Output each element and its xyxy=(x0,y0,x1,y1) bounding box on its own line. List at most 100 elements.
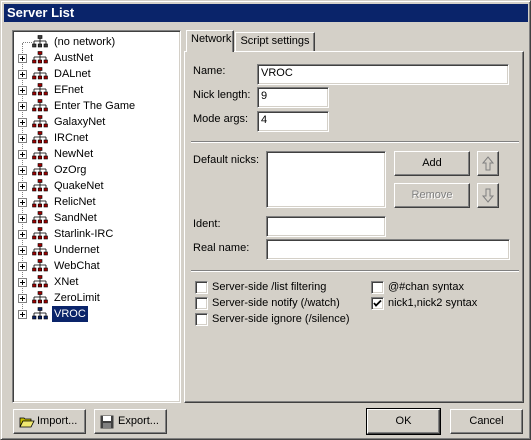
checkbox-box[interactable] xyxy=(371,297,384,310)
tab-script-settings-label: Script settings xyxy=(240,35,310,47)
arrow-down-icon xyxy=(481,188,495,203)
expand-toggle[interactable] xyxy=(18,166,27,175)
tree-item[interactable]: Enter The Game xyxy=(13,98,178,114)
import-label: Import... xyxy=(37,415,78,427)
tree-item[interactable]: Starlink-IRC xyxy=(13,226,178,242)
tab-script-settings[interactable]: Script settings xyxy=(235,32,315,52)
checkbox-box[interactable] xyxy=(195,281,208,294)
expand-toggle[interactable] xyxy=(18,246,27,255)
checkbox-box[interactable] xyxy=(195,313,208,326)
network-tab-panel: Name: VROC Nick length: 9 Mode args: 4 D… xyxy=(184,51,524,403)
tree-item-label: AustNet xyxy=(54,52,94,64)
tree-item[interactable]: DALnet xyxy=(13,66,178,82)
network-icon xyxy=(32,83,48,96)
network-icon xyxy=(32,147,48,160)
tree-item-label: GalaxyNet xyxy=(54,116,106,128)
option-checkbox[interactable]: nick1,nick2 syntax xyxy=(371,297,531,311)
tree-item-label: IRCnet xyxy=(54,132,89,144)
tree-item[interactable]: EFnet xyxy=(13,82,178,98)
tree-item-label: Undernet xyxy=(54,244,100,256)
add-button[interactable]: Add xyxy=(394,151,470,176)
nick-length-field[interactable]: 9 xyxy=(257,87,329,108)
option-checkbox[interactable]: Server-side notify (/watch) xyxy=(195,297,355,311)
tree-item-label: VROC xyxy=(51,305,89,323)
mode-args-label: Mode args: xyxy=(193,113,249,125)
default-nicks-list[interactable] xyxy=(266,151,386,208)
ident-label: Ident: xyxy=(193,218,221,230)
tree-item[interactable]: (no network) xyxy=(13,34,178,50)
expand-toggle[interactable] xyxy=(18,150,27,159)
option-label: Server-side /list filtering xyxy=(212,281,327,293)
tree-item[interactable]: IRCnet xyxy=(13,130,178,146)
tree-item-label: EFnet xyxy=(54,84,84,96)
expand-toggle[interactable] xyxy=(18,278,27,287)
tree-item[interactable]: VROC xyxy=(13,305,178,323)
network-tree[interactable]: (no network) AustNet DALnet EFnet Enter The … xyxy=(12,30,181,403)
network-icon xyxy=(32,291,48,304)
folder-open-icon xyxy=(19,417,35,428)
tree-item-label: SandNet xyxy=(54,212,97,224)
network-icon xyxy=(32,275,48,288)
expand-toggle[interactable] xyxy=(18,294,27,303)
remove-button[interactable]: Remove xyxy=(394,183,470,208)
tree-connector xyxy=(23,42,32,43)
mode-args-field[interactable]: 4 xyxy=(257,111,329,132)
tab-network[interactable]: Network xyxy=(186,30,234,52)
window-title[interactable]: Server List xyxy=(4,4,528,22)
network-icon xyxy=(32,67,48,80)
tree-item[interactable]: Undernet xyxy=(13,242,178,258)
move-up-button[interactable] xyxy=(477,151,499,176)
tree-item[interactable]: QuakeNet xyxy=(13,178,178,194)
move-down-button[interactable] xyxy=(477,183,499,208)
export-button[interactable]: Export... xyxy=(94,409,167,434)
expand-toggle[interactable] xyxy=(18,310,27,319)
real-name-field[interactable] xyxy=(266,239,510,260)
tree-item[interactable]: ZeroLimit xyxy=(13,290,178,306)
tree-item[interactable]: WebChat xyxy=(13,258,178,274)
expand-toggle[interactable] xyxy=(18,118,27,127)
import-button[interactable]: Import... xyxy=(13,409,86,434)
expand-toggle[interactable] xyxy=(18,70,27,79)
option-checkbox[interactable]: @#chan syntax xyxy=(371,281,531,295)
expand-toggle[interactable] xyxy=(18,182,27,191)
cancel-button[interactable]: Cancel xyxy=(450,409,523,434)
tree-item-label: ZeroLimit xyxy=(54,292,100,304)
nick-length-label: Nick length: xyxy=(193,89,251,101)
network-icon xyxy=(32,227,48,240)
network-icon xyxy=(32,243,48,256)
arrow-up-icon xyxy=(481,156,495,171)
checkmark-icon xyxy=(373,299,382,307)
expand-toggle[interactable] xyxy=(18,86,27,95)
tree-item[interactable]: AustNet xyxy=(13,50,178,66)
checkbox-box[interactable] xyxy=(371,281,384,294)
separator xyxy=(191,141,519,143)
expand-toggle[interactable] xyxy=(18,198,27,207)
network-icon xyxy=(32,99,48,112)
ident-field[interactable] xyxy=(266,216,386,237)
option-checkbox[interactable]: Server-side /list filtering xyxy=(195,281,355,295)
export-label: Export... xyxy=(118,415,159,427)
name-field[interactable]: VROC xyxy=(257,64,509,85)
tree-item[interactable]: XNet xyxy=(13,274,178,290)
network-icon xyxy=(32,115,48,128)
tree-item-label: DALnet xyxy=(54,68,91,80)
default-nicks-label: Default nicks: xyxy=(193,154,260,166)
expand-toggle[interactable] xyxy=(18,262,27,271)
expand-toggle[interactable] xyxy=(18,102,27,111)
expand-toggle[interactable] xyxy=(18,230,27,239)
expand-toggle[interactable] xyxy=(18,214,27,223)
tree-item[interactable]: NewNet xyxy=(13,146,178,162)
tree-item[interactable]: OzOrg xyxy=(13,162,178,178)
tree-item[interactable]: GalaxyNet xyxy=(13,114,178,130)
tree-item[interactable]: RelicNet xyxy=(13,194,178,210)
tree-item[interactable]: SandNet xyxy=(13,210,178,226)
expand-toggle[interactable] xyxy=(18,54,27,63)
option-checkbox[interactable]: Server-side ignore (/silence) xyxy=(195,313,355,327)
checkbox-box[interactable] xyxy=(195,297,208,310)
expand-toggle[interactable] xyxy=(18,134,27,143)
tree-item-label: Starlink-IRC xyxy=(54,228,114,240)
tree-item-label: (no network) xyxy=(54,36,116,48)
ok-button[interactable]: OK xyxy=(366,408,441,435)
network-icon xyxy=(32,307,48,320)
network-icon xyxy=(32,259,48,272)
